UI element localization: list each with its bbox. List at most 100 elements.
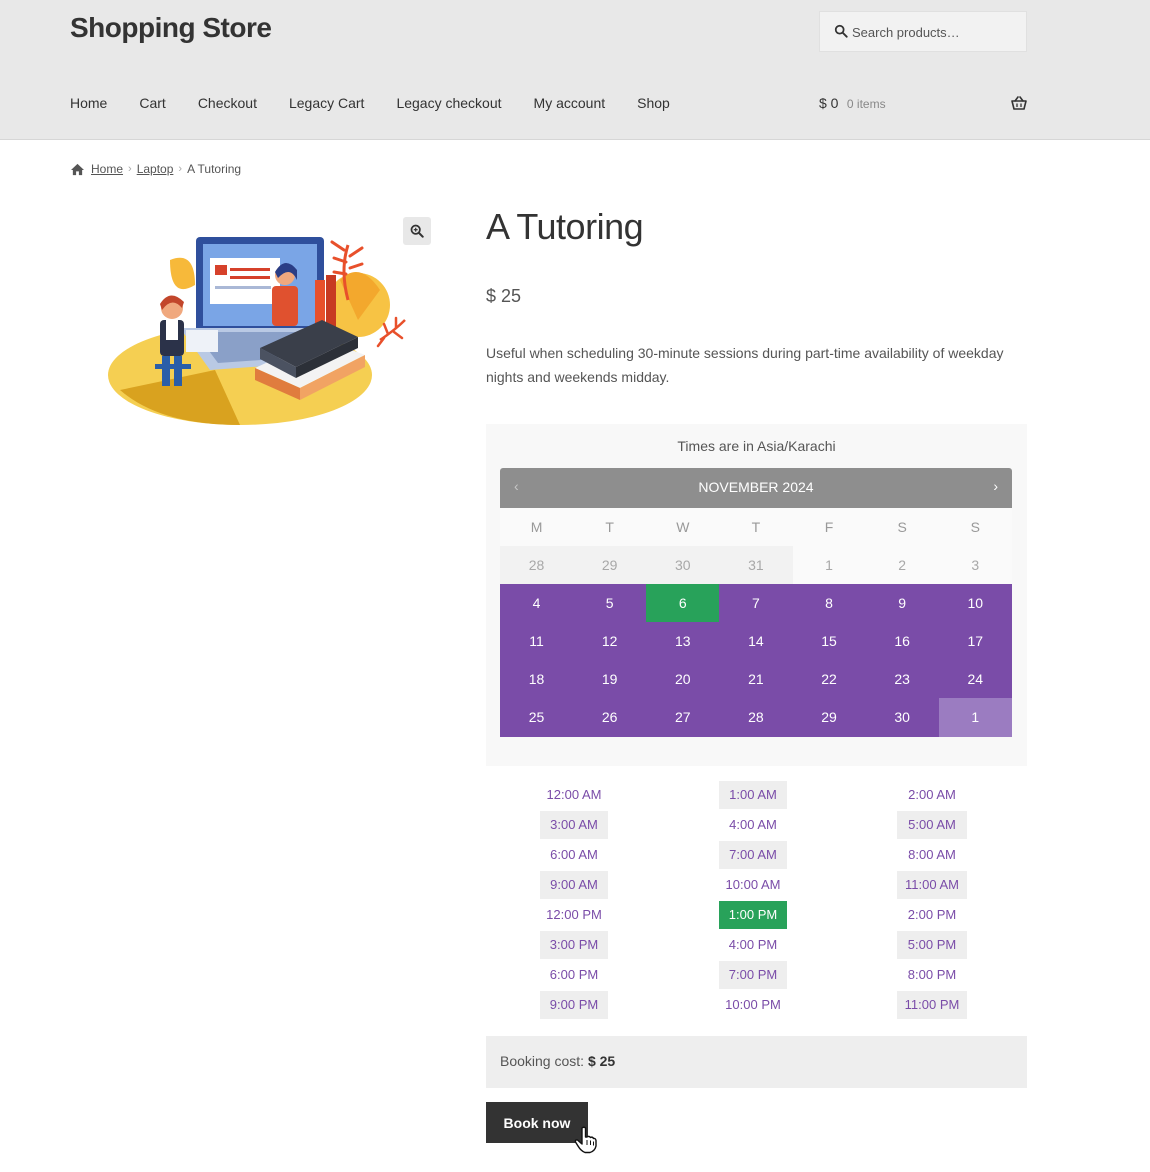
calendar-day[interactable]: 22 [792,660,866,698]
time-slot[interactable]: 3:00 AM [540,811,608,839]
calendar-day[interactable]: 5 [573,584,647,622]
time-slot[interactable]: 12:00 AM [540,781,608,809]
calendar-day[interactable]: 8 [792,584,866,622]
calendar-day[interactable]: 10 [938,584,1012,622]
calendar-day[interactable]: 20 [646,660,720,698]
calendar-day: 29 [573,546,647,584]
calendar-day[interactable]: 26 [573,698,647,737]
time-slot[interactable]: 3:00 PM [540,931,608,959]
time-slot[interactable]: 2:00 PM [897,901,967,929]
calendar-day[interactable]: 15 [792,622,866,660]
time-slot[interactable]: 11:00 AM [897,871,967,899]
nav-shop[interactable]: Shop [637,95,670,111]
booking-cost: Booking cost: $ 25 [486,1036,1027,1088]
calendar-day[interactable]: 27 [646,698,720,737]
search-box[interactable] [819,11,1027,52]
time-slot[interactable]: 10:00 AM [719,871,787,899]
zoom-button[interactable] [403,217,431,245]
main-nav: Home Cart Checkout Legacy Cart Legacy ch… [70,95,702,111]
time-slot[interactable]: 6:00 PM [540,961,608,989]
zoom-icon [410,224,424,238]
book-now-button[interactable]: Book now [486,1102,588,1143]
basket-icon [1011,96,1027,110]
time-slot[interactable]: 6:00 AM [540,841,608,869]
calendar-day-selected[interactable]: 6 [646,584,720,622]
calendar-header: ‹ NOVEMBER 2024 › [500,468,1012,508]
time-slot[interactable]: 8:00 PM [897,961,967,989]
weekday-header: W [646,508,720,546]
calendar-day[interactable]: 19 [573,660,647,698]
calendar-day: 2 [865,546,939,584]
nav-legacy-cart[interactable]: Legacy Cart [289,95,364,111]
breadcrumb-laptop[interactable]: Laptop [137,162,174,176]
nav-legacy-checkout[interactable]: Legacy checkout [396,95,501,111]
calendar-day[interactable]: 13 [646,622,720,660]
header-cart[interactable]: $ 0 0 items [819,95,1027,115]
site-header: Shopping Store Home Cart Checkout Legacy… [0,0,1150,140]
time-slot[interactable]: 9:00 PM [540,991,608,1019]
weekday-header: M [500,508,574,546]
calendar-day: 28 [500,546,574,584]
time-slot-selected[interactable]: 1:00 PM [719,901,787,929]
calendar-day[interactable]: 12 [573,622,647,660]
time-slot[interactable]: 8:00 AM [897,841,967,869]
timezone-note: Times are in Asia/Karachi [677,438,836,454]
nav-home[interactable]: Home [70,95,107,111]
calendar-day[interactable]: 29 [792,698,866,737]
search-input[interactable] [852,18,1022,46]
search-icon [834,24,848,38]
calendar-day[interactable]: 17 [938,622,1012,660]
time-slot[interactable]: 4:00 PM [719,931,787,959]
nav-my-account[interactable]: My account [534,95,606,111]
calendar: ‹ NOVEMBER 2024 › M T W T F S S 28 29 30 31 1 2 3 4 5 6 7… [500,468,1012,737]
calendar-day[interactable]: 9 [865,584,939,622]
nav-checkout[interactable]: Checkout [198,95,257,111]
time-slot[interactable]: 7:00 PM [719,961,787,989]
calendar-day[interactable]: 21 [719,660,793,698]
calendar-day[interactable]: 1 [938,698,1012,737]
booking-calendar-panel: Times are in Asia/Karachi ‹ NOVEMBER 202… [486,424,1027,766]
time-slot[interactable]: 2:00 AM [897,781,967,809]
time-slot[interactable]: 5:00 AM [897,811,967,839]
breadcrumb-current: A Tutoring [187,162,242,176]
calendar-month-title: NOVEMBER 2024 [698,479,814,495]
next-month-button[interactable]: › [993,478,998,494]
calendar-day[interactable]: 18 [500,660,574,698]
time-slot[interactable]: 11:00 PM [897,991,967,1019]
calendar-day[interactable]: 28 [719,698,793,737]
calendar-day[interactable]: 24 [938,660,1012,698]
weekday-header: T [573,508,647,546]
time-slot[interactable]: 4:00 AM [719,811,787,839]
site-title[interactable]: Shopping Store [70,12,272,44]
calendar-day: 31 [719,546,793,584]
time-slot[interactable]: 1:00 AM [719,781,787,809]
cart-amount: $ 0 [819,95,839,111]
calendar-day[interactable]: 16 [865,622,939,660]
breadcrumb-home[interactable]: Home [91,162,123,176]
calendar-day[interactable]: 14 [719,622,793,660]
calendar-day[interactable]: 11 [500,622,574,660]
calendar-day[interactable]: 25 [500,698,574,737]
time-slot[interactable]: 9:00 AM [540,871,608,899]
cart-count: 0 items [846,97,886,111]
calendar-day[interactable]: 7 [719,584,793,622]
calendar-day[interactable]: 4 [500,584,574,622]
breadcrumb: Home › Laptop › A Tutoring [70,162,241,176]
time-slot[interactable]: 5:00 PM [897,931,967,959]
calendar-day[interactable]: 30 [865,698,939,737]
product-image[interactable] [100,220,420,430]
weekday-header: F [792,508,866,546]
calendar-day: 30 [646,546,720,584]
calendar-day: 3 [938,546,1012,584]
nav-cart[interactable]: Cart [139,95,165,111]
calendar-day[interactable]: 23 [865,660,939,698]
product-title: A Tutoring [486,206,644,247]
time-slot[interactable]: 7:00 AM [719,841,787,869]
weekday-header: S [938,508,1012,546]
time-slots: 12:00 AM 1:00 AM 2:00 AM 3:00 AM 4:00 AM 5:00… [486,780,1027,1022]
weekday-header: S [865,508,939,546]
time-slot[interactable]: 12:00 PM [540,901,608,929]
time-slot[interactable]: 10:00 PM [719,991,787,1019]
product-price: $ 25 [486,286,522,306]
weekday-header: T [719,508,793,546]
